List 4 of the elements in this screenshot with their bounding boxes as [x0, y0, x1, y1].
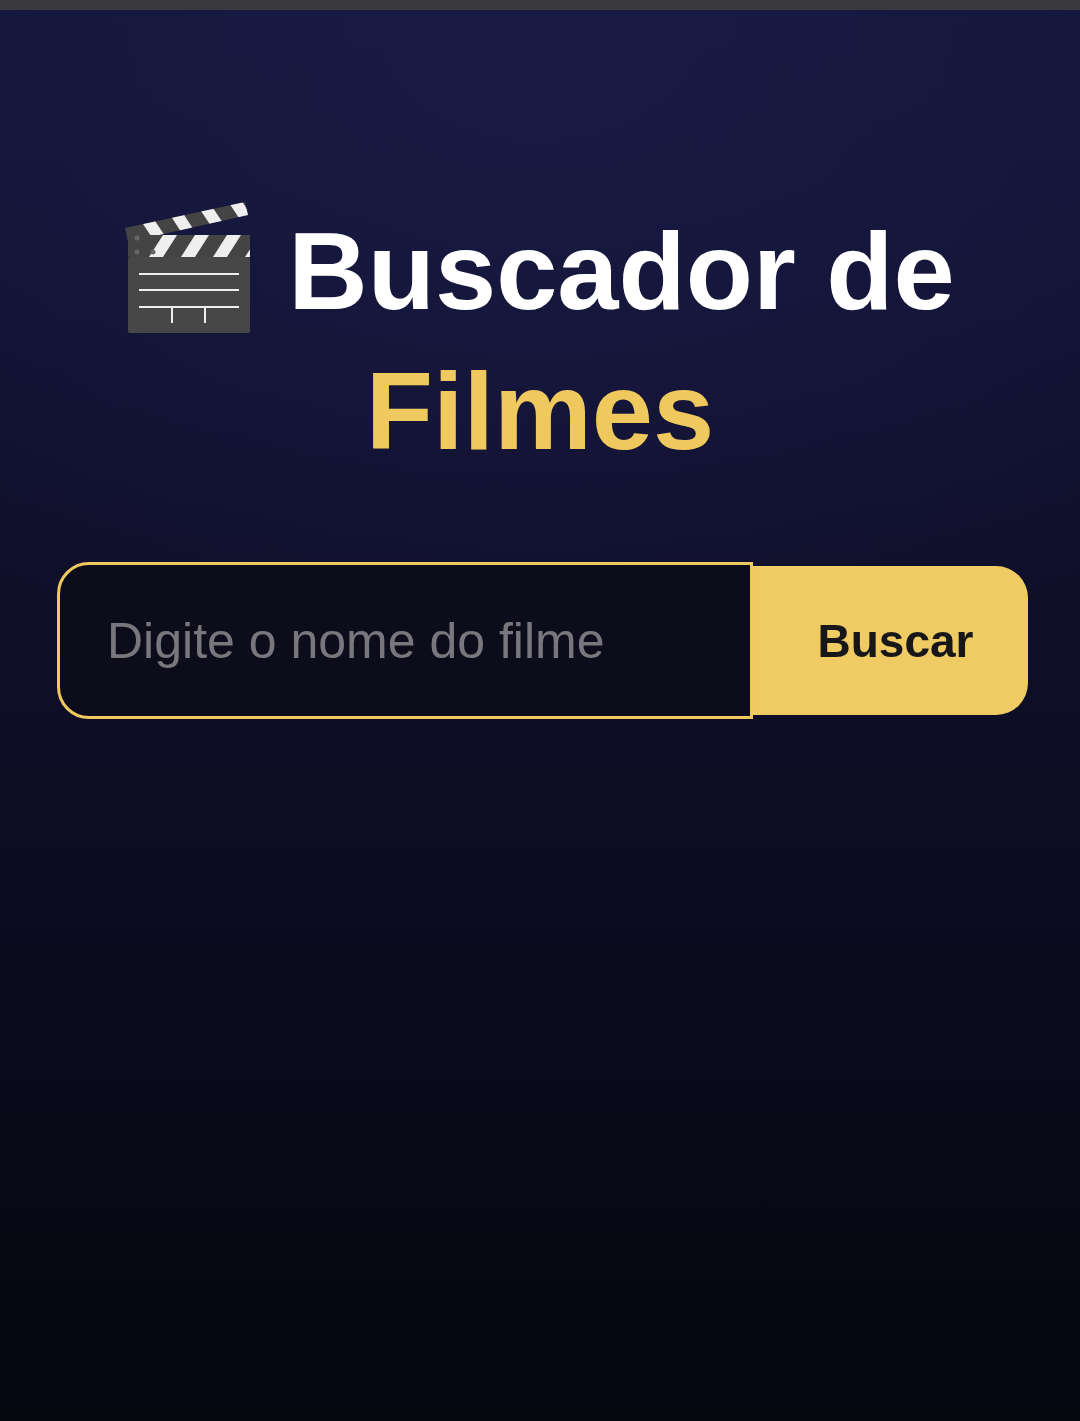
search-field[interactable]: Digite o nome do filme: [57, 562, 753, 719]
clapperboard-icon: [125, 202, 251, 333]
page-title: Buscador de Filmes: [288, 209, 955, 472]
search-button[interactable]: Buscar: [753, 566, 1028, 715]
